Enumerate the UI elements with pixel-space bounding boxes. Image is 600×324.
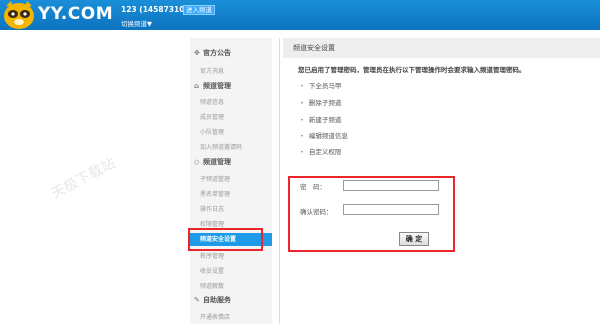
enter-channel-button[interactable]: 进入频道 <box>183 5 215 15</box>
bullet-icon: • <box>300 132 304 140</box>
sidebar-item-operation-log[interactable]: 操作日志 <box>200 204 224 213</box>
sidebar-group-self-service[interactable]: ✎ 自助服务 <box>194 295 231 305</box>
protected-action-item: • 新建子频道 <box>300 116 342 124</box>
sidebar-group-channel-security[interactable]: ◇ 频道管理 <box>194 157 231 167</box>
shield-icon: ◇ <box>194 158 200 166</box>
sidebar-item-open-emoji-store[interactable]: 开通表情店 <box>200 312 230 321</box>
bullet-icon: • <box>300 99 304 107</box>
logo-text[interactable]: YY.COM <box>38 4 113 24</box>
sidebar-item-order-management[interactable]: 秩序管理 <box>200 251 224 260</box>
sidebar-item-official-news[interactable]: 官方消息 <box>200 66 224 75</box>
password-label: 密 码： <box>300 183 326 191</box>
highlight-box-sidebar <box>188 228 263 251</box>
top-header: YY.COM 123 (1458731064) 进入频道 切换频道▼ <box>0 0 600 30</box>
switch-channel-dropdown[interactable]: 切换频道▼ <box>121 18 152 28</box>
sidebar-item-receipt-settings[interactable]: 收妥设置 <box>200 266 224 275</box>
home-icon: ⌂ <box>194 82 200 90</box>
bullet-icon: • <box>300 116 304 124</box>
sidebar-item-permissions[interactable]: 权限管理 <box>200 219 224 228</box>
bullet-icon: • <box>300 148 304 156</box>
wrench-icon: ✎ <box>194 296 200 304</box>
confirm-button[interactable]: 确 定 <box>399 232 429 246</box>
divider <box>279 38 280 324</box>
bullet-icon: • <box>300 82 304 90</box>
sidebar-item-member-management[interactable]: 成员管理 <box>200 112 224 121</box>
page-title: 频道安全设置 <box>283 38 600 58</box>
yy-raccoon-logo-icon[interactable] <box>2 0 36 30</box>
sidebar-group-announcements[interactable]: ✥ 官方公告 <box>194 48 231 58</box>
sidebar-item-invite-code[interactable]: 加入频道邀请码 <box>200 142 242 151</box>
sidebar-item-team-management[interactable]: 小队管理 <box>200 127 224 136</box>
intro-text: 您已启用了管理密码，管理员在执行以下管理操作时会要求输入频道管理密码。 <box>298 66 526 74</box>
sidebar-group-channel-management[interactable]: ⌂ 频道管理 <box>194 81 231 91</box>
sidebar-item-blacklist[interactable]: 黑名单管理 <box>200 189 230 198</box>
password-input[interactable] <box>343 180 439 191</box>
sidebar-item-dissolve-channel[interactable]: 频道解散 <box>200 281 224 290</box>
protected-action-item: • 删除子频道 <box>300 99 342 107</box>
megaphone-icon: ✥ <box>194 49 200 57</box>
sidebar-item-subchannel-management[interactable]: 子频道管理 <box>200 174 230 183</box>
confirm-password-input[interactable] <box>343 204 439 215</box>
protected-action-item: • 自定义权限 <box>300 148 342 156</box>
sidebar-item-channel-info[interactable]: 频道信息 <box>200 97 224 106</box>
protected-action-item: • 编辑频道信息 <box>300 132 348 140</box>
sidebar: ✥ 官方公告 官方消息 ⌂ 频道管理 频道信息 成员管理 小队管理 加入频道邀请码 … <box>190 38 272 324</box>
watermark: 天极下载站 <box>48 155 119 203</box>
confirm-password-label: 确认密码： <box>300 208 333 216</box>
protected-action-item: • 下全员马甲 <box>300 82 342 90</box>
